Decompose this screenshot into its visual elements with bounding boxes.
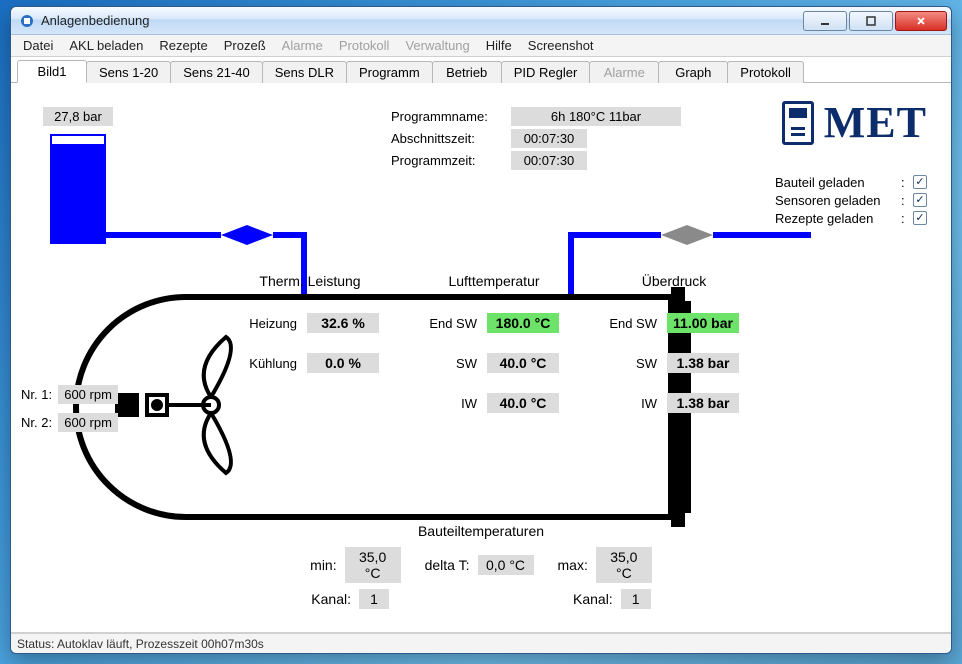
rpm-1-label: Nr. 1:	[21, 387, 52, 402]
therm-column: Therm. Leistung Heizung 32.6 % Kühlung 0…	[241, 273, 379, 383]
menubar: Datei AKL beladen Rezepte Prozeß Alarme …	[11, 35, 951, 57]
menu-rezepte[interactable]: Rezepte	[151, 36, 215, 55]
tab-betrieb[interactable]: Betrieb	[432, 61, 502, 83]
program-info: Programmname: 6h 180°C 11bar Abschnittsz…	[391, 105, 681, 171]
druck-sw-label: SW	[609, 356, 657, 371]
bauteil-min-value: 35,0 °C	[345, 547, 401, 583]
program-name-value: 6h 180°C 11bar	[511, 107, 681, 126]
brand-icon	[782, 101, 814, 145]
status-bauteil-checkbox[interactable]: ✓	[913, 175, 927, 189]
luft-column: Lufttemperatur End SW 180.0 °C SW 40.0 °…	[429, 273, 559, 423]
bauteil-delta-label: delta T:	[425, 557, 470, 573]
program-time-label: Programmzeit:	[391, 153, 511, 168]
tab-pid-regler[interactable]: PID Regler	[501, 61, 591, 83]
statusbar-text: Status: Autoklav läuft, Prozesszeit 00h0…	[17, 637, 264, 651]
luft-iw-label: IW	[429, 396, 477, 411]
menu-verwaltung: Verwaltung	[397, 36, 477, 55]
content-area: MET Bauteil geladen : ✓ Sensoren geladen…	[11, 83, 951, 633]
app-icon	[19, 13, 35, 29]
brand-text: MET	[824, 97, 927, 148]
program-name-label: Programmname:	[391, 109, 511, 124]
tab-sens-dlr[interactable]: Sens DLR	[262, 61, 347, 83]
program-time-value: 00:07:30	[511, 151, 587, 170]
status-sensoren-label: Sensoren geladen	[775, 193, 895, 208]
luft-end-sw-value: 180.0 °C	[487, 313, 559, 333]
tab-sens-21-40[interactable]: Sens 21-40	[170, 61, 263, 83]
menu-prozess[interactable]: Prozeß	[216, 36, 274, 55]
bauteil-max-label: max:	[558, 557, 588, 573]
rpm-1-value: 600 rpm	[58, 385, 118, 404]
tab-programm[interactable]: Programm	[346, 61, 433, 83]
druck-end-sw-value: 11.00 bar	[667, 313, 739, 333]
bauteil-temperaturen: Bauteiltemperaturen min: 35,0 °C delta T…	[11, 523, 951, 609]
heizung-value: 32.6 %	[307, 313, 379, 333]
bauteil-max-value: 35,0 °C	[596, 547, 652, 583]
statusbar: Status: Autoklav läuft, Prozesszeit 00h0…	[11, 633, 951, 653]
druck-end-sw-label: End SW	[609, 316, 657, 331]
menu-akl-beladen[interactable]: AKL beladen	[61, 36, 151, 55]
tab-sens-1-20[interactable]: Sens 1-20	[86, 61, 171, 83]
window-buttons	[803, 11, 949, 31]
luft-sw-label: SW	[429, 356, 477, 371]
rpm-2-label: Nr. 2:	[21, 415, 52, 430]
status-bauteil-label: Bauteil geladen	[775, 175, 895, 190]
rpm-2-row: Nr. 2: 600 rpm	[21, 413, 118, 432]
close-button[interactable]	[895, 11, 947, 31]
rpm-1-row: Nr. 1: 600 rpm	[21, 385, 118, 404]
druck-iw-label: IW	[609, 396, 657, 411]
window-title: Anlagenbedienung	[41, 13, 803, 28]
menu-screenshot[interactable]: Screenshot	[520, 36, 602, 55]
app-window: Anlagenbedienung Datei AKL beladen Rezep…	[10, 6, 952, 654]
menu-datei[interactable]: Datei	[15, 36, 61, 55]
tab-alarme: Alarme	[589, 61, 659, 83]
tab-graph[interactable]: Graph	[658, 61, 728, 83]
druck-column: Überdruck End SW 11.00 bar SW 1.38 bar I…	[609, 273, 739, 423]
therm-title: Therm. Leistung	[259, 273, 360, 289]
bauteil-min-label: min:	[310, 557, 336, 573]
bauteil-kanal-max-value: 1	[621, 589, 651, 609]
tank-pressure-value: 27,8 bar	[43, 107, 113, 126]
menu-hilfe[interactable]: Hilfe	[478, 36, 520, 55]
bauteil-kanal-min-label: Kanal:	[311, 591, 351, 607]
vessel-readouts: Therm. Leistung Heizung 32.6 % Kühlung 0…	[241, 273, 739, 423]
kuehlung-label: Kühlung	[241, 356, 297, 371]
kuehlung-value: 0.0 %	[307, 353, 379, 373]
bauteil-kanal-max-label: Kanal:	[573, 591, 613, 607]
minimize-button[interactable]	[803, 11, 847, 31]
luft-end-sw-label: End SW	[429, 316, 477, 331]
brand-logo: MET	[782, 97, 927, 148]
luft-iw-value: 40.0 °C	[487, 393, 559, 413]
status-sensoren-checkbox[interactable]: ✓	[913, 193, 927, 207]
section-time-label: Abschnittszeit:	[391, 131, 511, 146]
druck-title: Überdruck	[642, 273, 707, 289]
heizung-label: Heizung	[241, 316, 297, 331]
menu-protokoll: Protokoll	[331, 36, 398, 55]
tabstrip: Bild1 Sens 1-20 Sens 21-40 Sens DLR Prog…	[11, 57, 951, 83]
luft-sw-value: 40.0 °C	[487, 353, 559, 373]
druck-sw-value: 1.38 bar	[667, 353, 739, 373]
menu-alarme: Alarme	[274, 36, 331, 55]
bauteil-kanal-min-value: 1	[359, 589, 389, 609]
titlebar: Anlagenbedienung	[11, 7, 951, 35]
druck-iw-value: 1.38 bar	[667, 393, 739, 413]
section-time-value: 00:07:30	[511, 129, 587, 148]
rpm-2-value: 600 rpm	[58, 413, 118, 432]
luft-title: Lufttemperatur	[448, 273, 539, 289]
bauteil-delta-value: 0,0 °C	[478, 555, 534, 575]
tab-bild1[interactable]: Bild1	[17, 60, 87, 83]
maximize-button[interactable]	[849, 11, 893, 31]
tab-protokoll[interactable]: Protokoll	[727, 61, 804, 83]
bauteil-title: Bauteiltemperaturen	[11, 523, 951, 539]
